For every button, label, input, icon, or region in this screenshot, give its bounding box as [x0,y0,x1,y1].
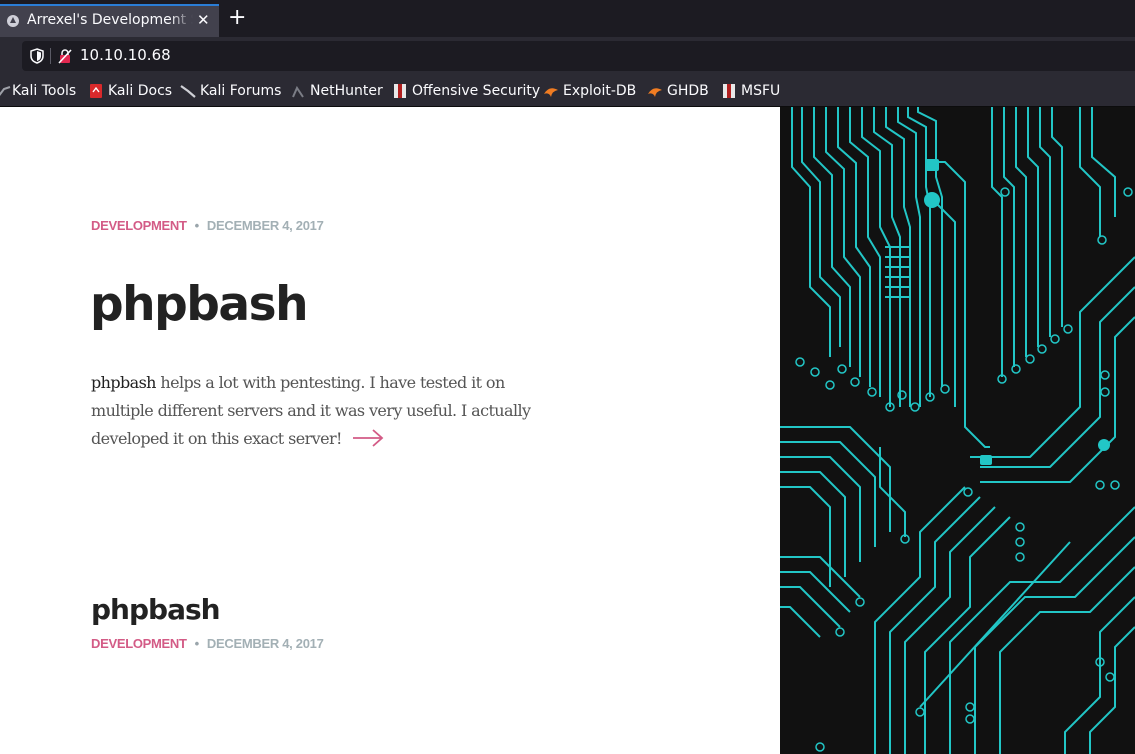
nav-bar: 10.10.10.68 [0,37,1135,75]
exploit-db-icon [544,88,558,97]
kali-dragon-icon [7,15,19,27]
page-viewport: DEVELOPMENT • DECEMBER 4, 2017 phpbash php… [0,107,1135,754]
kali-dragon-icon [0,86,11,96]
urlbar-separator [50,48,51,64]
category-link[interactable]: DEVELOPMENT [91,636,187,651]
plus-icon[interactable]: + [228,5,246,31]
close-icon[interactable]: ✕ [197,11,210,29]
tab-title: Arrexel's Development Site [27,12,193,28]
offsec-icon [723,84,735,98]
excerpt-text: helps a lot with pentesting. I have test… [91,373,531,448]
circuit-traces [780,107,1135,754]
meta-separator: • [194,636,200,651]
insecure-lock-icon[interactable] [57,48,73,64]
arrow-right-icon[interactable] [352,429,384,447]
post-meta-secondary: DEVELOPMENT • DECEMBER 4, 2017 [91,636,324,651]
shield-icon[interactable] [30,48,44,64]
category-link[interactable]: DEVELOPMENT [91,218,187,233]
post-date[interactable]: DECEMBER 4, 2017 [207,636,324,651]
ghdb-icon [648,88,662,97]
post-meta: DEVELOPMENT • DECEMBER 4, 2017 [91,218,324,233]
address-bar[interactable]: 10.10.10.68 [22,41,1135,71]
meta-separator: • [194,218,200,233]
browser-tab[interactable]: Arrexel's Development Site ✕ [0,4,219,37]
nethunter-icon [292,85,304,98]
bookmarks-toolbar: Kali Tools Kali Docs Kali Forums NetHunt… [0,75,1135,107]
circuit-board-image [780,107,1135,754]
excerpt-lead: phpbash [91,373,156,392]
post-excerpt: phpbash helps a lot with pentesting. I h… [91,369,571,453]
offsec-icon [394,84,406,98]
post-title[interactable]: phpbash [90,277,309,333]
blog-content: DEVELOPMENT • DECEMBER 4, 2017 phpbash php… [0,107,780,754]
post-title-secondary[interactable]: phpbash [91,591,221,629]
kali-docs-icon [90,84,102,98]
tab-strip: Arrexel's Development Site ✕ + [0,0,1135,37]
url-text: 10.10.10.68 [80,46,171,64]
post-date[interactable]: DECEMBER 4, 2017 [207,218,324,233]
kali-dragon-icon [180,85,196,98]
